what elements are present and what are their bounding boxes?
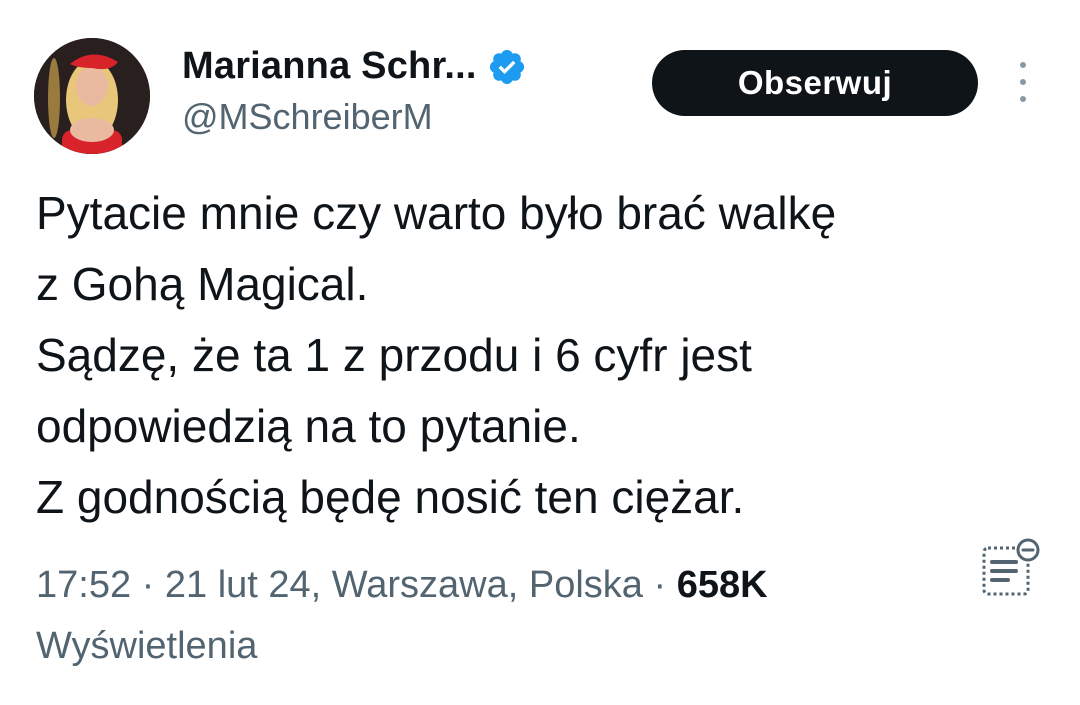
- tweet-text: Pytacie mnie czy warto było brać walkę z…: [36, 178, 1046, 533]
- tweet-text-line: Sądzę, że ta 1 z przodu i 6 cyfr jest: [36, 329, 752, 381]
- more-dot: [1020, 62, 1026, 68]
- tweet-card: Marianna Schr... @MSchreiberM Obserwuj P…: [0, 0, 1080, 705]
- author-avatar[interactable]: [34, 38, 150, 154]
- meta-comma: ,: [310, 564, 332, 606]
- verified-badge-icon: [487, 45, 527, 87]
- tweet-text-line: Z godnością będę nosić ten ciężar.: [36, 471, 745, 523]
- tweet-time[interactable]: 17:52: [36, 564, 131, 606]
- author-display-name[interactable]: Marianna Schr...: [182, 45, 477, 88]
- author-name-row: Marianna Schr...: [182, 36, 527, 96]
- more-dot: [1020, 79, 1026, 85]
- tweet-date[interactable]: 21 lut 24: [165, 564, 311, 606]
- tweet-text-line: odpowiedzią na to pytanie.: [36, 400, 581, 452]
- tweet-text-line: Pytacie mnie czy warto było brać walkę: [36, 187, 837, 239]
- views-count: 658K: [676, 564, 768, 606]
- author-handle[interactable]: @MSchreiberM: [182, 96, 433, 138]
- meta-separator: ·: [141, 564, 155, 606]
- tweet-location: Warszawa, Polska: [331, 564, 643, 606]
- views-label: Wyświetlenia: [36, 625, 258, 667]
- tweet-text-line: z Gohą Magical.: [36, 258, 369, 310]
- more-dot: [1020, 96, 1026, 102]
- more-vertical-icon[interactable]: [1008, 62, 1038, 102]
- meta-separator: ·: [653, 564, 667, 606]
- community-notes-icon[interactable]: [978, 536, 1042, 600]
- follow-button[interactable]: Obserwuj: [652, 50, 978, 116]
- profile-photo-icon: [34, 38, 150, 154]
- tweet-meta: 17:52 · 21 lut 24, Warszawa, Polska · 65…: [36, 557, 768, 613]
